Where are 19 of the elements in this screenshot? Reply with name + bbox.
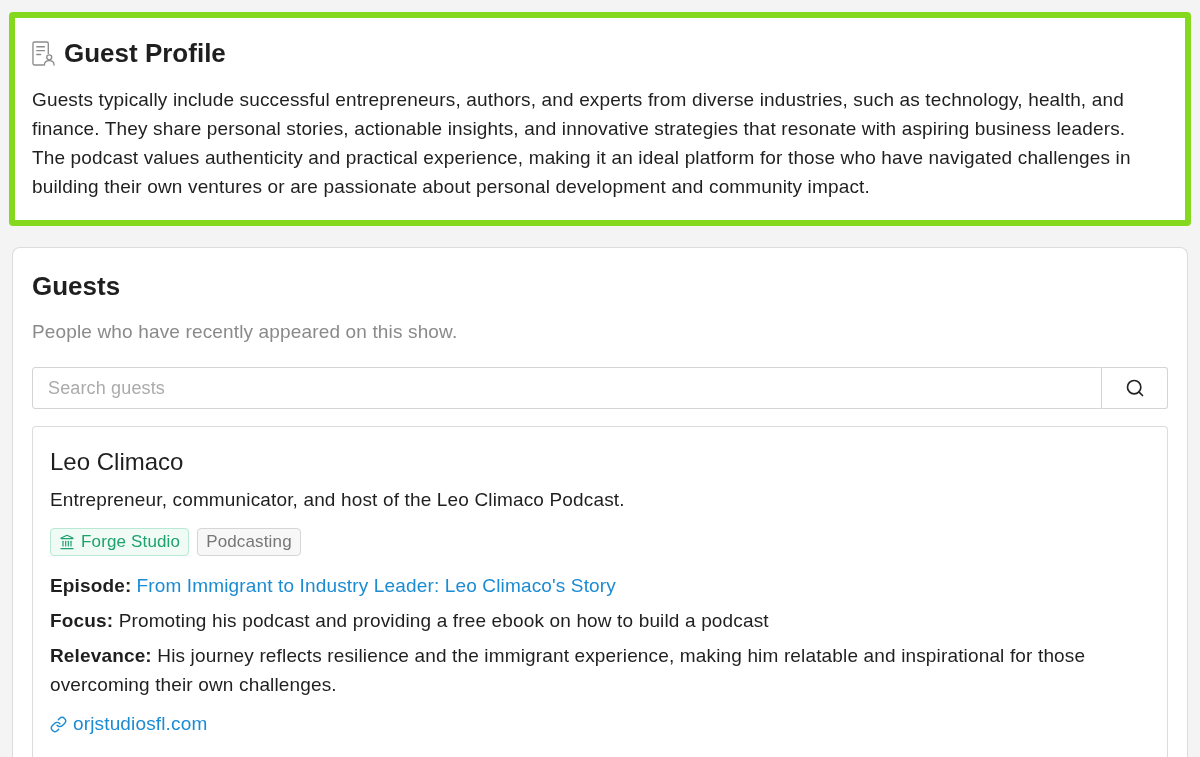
section-subtitle: People who have recently appeared on this show. bbox=[32, 320, 459, 344]
website-link[interactable]: orjstudiosfl.com bbox=[50, 711, 208, 737]
search-icon bbox=[1124, 378, 1145, 398]
search-field[interactable]: Search guests bbox=[32, 367, 1102, 409]
document-person-icon bbox=[32, 40, 55, 66]
field-label: Episode: bbox=[50, 574, 132, 598]
guest-name: Leo Climaco bbox=[50, 447, 185, 477]
search-button[interactable] bbox=[1102, 367, 1168, 409]
link-icon bbox=[50, 715, 67, 733]
episode-link[interactable]: From Immigrant to Industry Leader: Leo Climaco's Story bbox=[136, 571, 616, 600]
profile-description: Guests typically include successful entrepreneurs, authors, and experts from diverse industries, such as technology, health, and finance. They share personal stories, actionable insights, and innovative strategies that resonate with aspiring business leaders. The podcast values authenticity and practical experience, making it an ideal platform for those who have navigated challenges in building their own ventures or are passionate about personal development and community impact. bbox=[32, 88, 1132, 199]
field-text: Relevance: His journey reflects resilience and the immigrant experience, making him relatable and inspirational for those overcoming their own challenges. bbox=[50, 644, 1087, 697]
section-title: Guests bbox=[32, 270, 122, 302]
guest-description: Entrepreneur, communicator, and host of the Leo Climaco Podcast. bbox=[50, 488, 626, 512]
section-title: Guest Profile bbox=[64, 37, 226, 69]
field-text: Focus: Promoting his podcast and providing a free ebook on how to build a podcast bbox=[50, 609, 770, 633]
tag-label: Forge Studio bbox=[81, 531, 181, 554]
topic-tag: Podcasting bbox=[197, 528, 301, 556]
bank-icon bbox=[59, 534, 75, 550]
